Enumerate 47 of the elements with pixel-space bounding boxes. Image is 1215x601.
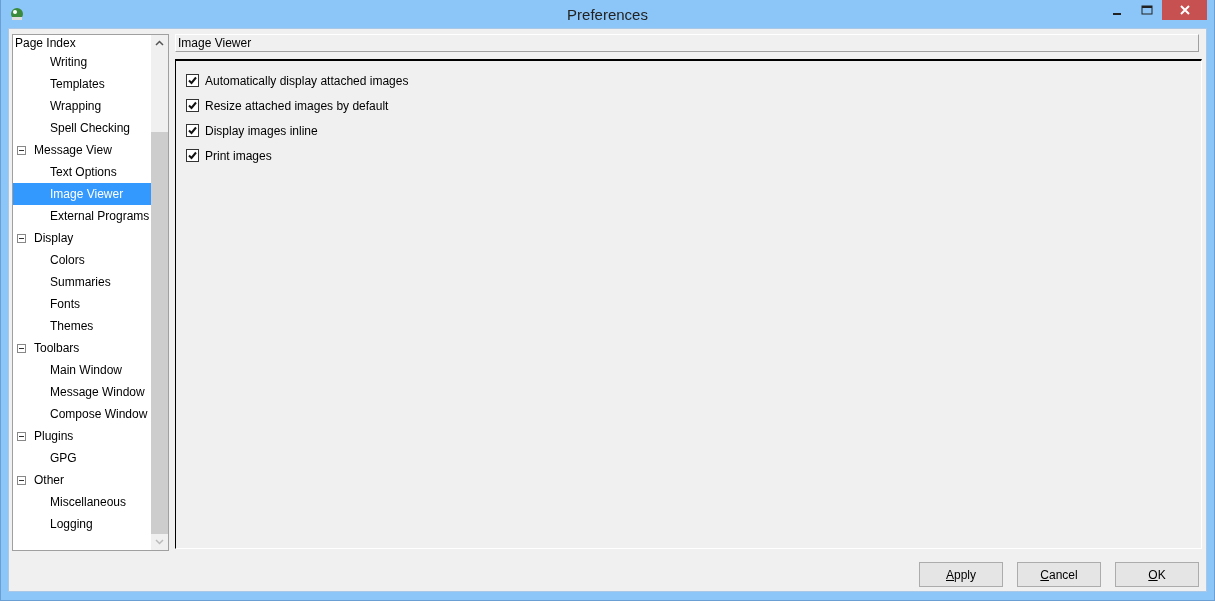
app-logo-icon — [9, 6, 25, 22]
close-button[interactable] — [1162, 0, 1207, 20]
tree-item[interactable]: Colors — [13, 249, 151, 271]
tree-item[interactable]: Display — [26, 227, 151, 249]
tree-item[interactable]: Templates — [13, 73, 151, 95]
tree-item[interactable]: Compose Window — [13, 403, 151, 425]
collapse-icon[interactable] — [17, 475, 26, 485]
collapse-icon[interactable] — [17, 145, 26, 155]
checkbox[interactable] — [186, 124, 199, 137]
tree-item[interactable]: Summaries — [13, 271, 151, 293]
tree-item[interactable]: Plugins — [26, 425, 151, 447]
checkbox[interactable] — [186, 99, 199, 112]
dialog-button[interactable]: Cancel — [1017, 562, 1101, 587]
tree-item[interactable]: External Programs — [13, 205, 151, 227]
option-label[interactable]: Print images — [205, 148, 272, 163]
tree-item[interactable]: GPG — [13, 447, 151, 469]
tree-item[interactable]: Wrapping — [13, 95, 151, 117]
tree-item[interactable]: Other — [26, 469, 151, 491]
dialog-button[interactable]: OK — [1115, 562, 1199, 587]
option-label[interactable]: Resize attached images by default — [205, 98, 389, 113]
close-icon — [1179, 5, 1190, 15]
option-label[interactable]: Automatically display attached images — [205, 73, 409, 88]
tree-item[interactable]: Spell Checking — [13, 117, 151, 139]
scrollbar-thumb[interactable] — [151, 132, 168, 534]
scrollbar[interactable] — [151, 35, 168, 550]
tree-item[interactable]: Main Window — [13, 359, 151, 381]
page-title: Image Viewer — [175, 34, 1199, 52]
tree-item[interactable]: Miscellaneous — [13, 491, 151, 513]
option-label[interactable]: Display images inline — [205, 123, 318, 138]
tree-item[interactable]: Logging — [13, 513, 151, 535]
collapse-icon[interactable] — [17, 343, 26, 353]
collapse-icon[interactable] — [17, 431, 26, 441]
tree-item[interactable]: Message Window — [13, 381, 151, 403]
dialog-button[interactable]: Apply — [919, 562, 1003, 587]
tree-item[interactable]: Fonts — [13, 293, 151, 315]
tree-item[interactable]: Writing — [13, 51, 151, 73]
scroll-up-icon[interactable] — [155, 40, 164, 46]
tree-item[interactable]: Toolbars — [26, 337, 151, 359]
checkbox[interactable] — [186, 149, 199, 162]
maximize-icon — [1141, 5, 1153, 15]
tree-item[interactable]: Message View — [26, 139, 151, 161]
tree-item[interactable]: Text Options — [13, 161, 151, 183]
tree-item[interactable]: Themes — [13, 315, 151, 337]
collapse-icon[interactable] — [17, 233, 26, 243]
window-title: Preferences — [567, 5, 648, 23]
minimize-icon — [1113, 13, 1121, 15]
checkbox[interactable] — [186, 74, 199, 87]
